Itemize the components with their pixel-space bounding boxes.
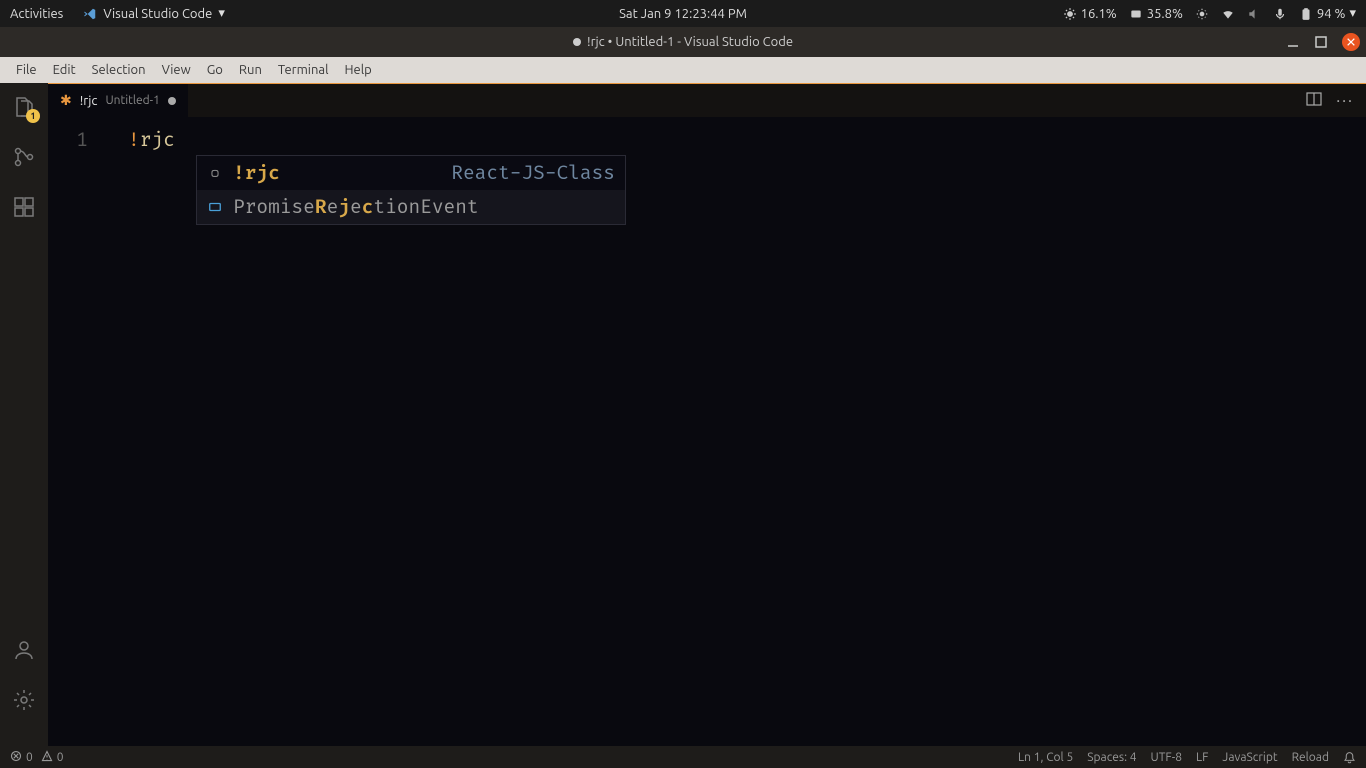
- menu-terminal[interactable]: Terminal: [270, 63, 337, 77]
- activity-bar: 1: [0, 83, 48, 746]
- active-app-label: Visual Studio Code: [103, 7, 212, 21]
- unsaved-dot-icon: [573, 38, 581, 46]
- minimize-button[interactable]: [1286, 35, 1300, 49]
- tab-label: !rjc: [80, 94, 98, 108]
- tab-untitled-1[interactable]: ✱ !rjc Untitled-1: [48, 84, 188, 117]
- suggestion-item-promiserejectionevent[interactable]: PromiseRejectionEvent: [197, 190, 625, 224]
- dropdown-icon: ▾: [218, 6, 225, 21]
- status-warnings[interactable]: 0: [41, 750, 64, 765]
- tab-dirty-icon: [168, 97, 176, 105]
- status-errors[interactable]: 0: [10, 750, 33, 765]
- battery-icon: [1299, 7, 1313, 21]
- menu-edit[interactable]: Edit: [45, 63, 84, 77]
- variable-icon: [207, 199, 223, 215]
- more-actions-icon[interactable]: ···: [1336, 92, 1354, 110]
- explorer-badge: 1: [26, 109, 40, 123]
- status-cursor[interactable]: Ln 1, Col 5: [1018, 751, 1073, 764]
- status-encoding[interactable]: UTF-8: [1151, 751, 1182, 764]
- activity-settings[interactable]: [10, 686, 38, 714]
- memory-icon: [1129, 7, 1143, 21]
- status-notifications[interactable]: [1343, 751, 1356, 764]
- menu-go[interactable]: Go: [199, 63, 231, 77]
- volume-icon[interactable]: [1247, 7, 1261, 21]
- status-indent[interactable]: Spaces: 4: [1087, 751, 1136, 764]
- activities-button[interactable]: Activities: [10, 7, 63, 21]
- split-editor-icon[interactable]: [1306, 91, 1322, 111]
- menu-run[interactable]: Run: [231, 63, 270, 77]
- status-reload[interactable]: Reload: [1292, 751, 1329, 764]
- clock[interactable]: Sat Jan 9 12:23:44 PM: [619, 7, 747, 21]
- menu-file[interactable]: File: [8, 63, 45, 77]
- menu-selection[interactable]: Selection: [84, 63, 154, 77]
- maximize-button[interactable]: [1314, 35, 1328, 49]
- status-bar: 0 0 Ln 1, Col 5 Spaces: 4 UTF-8 LF JavaS…: [0, 746, 1366, 768]
- active-app-menu[interactable]: Visual Studio Code ▾: [83, 6, 225, 21]
- activity-explorer[interactable]: 1: [10, 93, 38, 121]
- brightness-icon[interactable]: [1195, 7, 1209, 21]
- tab-description: Untitled-1: [105, 94, 159, 107]
- suggestion-item-rjc[interactable]: ▢ !rjc React-JS-Class: [197, 156, 625, 190]
- window-title-bar: !rjc • Untitled-1 - Visual Studio Code: [0, 27, 1366, 57]
- window-title: !rjc • Untitled-1 - Visual Studio Code: [587, 35, 793, 49]
- activity-extensions[interactable]: [10, 193, 38, 221]
- close-button[interactable]: [1342, 33, 1360, 51]
- menu-view[interactable]: View: [154, 63, 199, 77]
- activity-scm[interactable]: [10, 143, 38, 171]
- snippet-icon: ✱: [60, 92, 72, 109]
- cpu-indicator[interactable]: 16.1%: [1063, 7, 1117, 21]
- dropdown-icon: ▾: [1349, 6, 1356, 21]
- error-icon: [10, 750, 22, 765]
- status-language[interactable]: JavaScript: [1222, 751, 1277, 764]
- snippet-icon: ▢: [207, 165, 223, 181]
- battery-indicator[interactable]: 94 % ▾: [1299, 6, 1356, 21]
- intellisense-popup: ▢ !rjc React-JS-Class PromiseRejectionEv…: [196, 155, 626, 225]
- suggestion-label: !rjc: [233, 160, 441, 186]
- suggestion-detail: React-JS-Class: [451, 160, 615, 186]
- vscode-icon: [83, 7, 97, 21]
- editor-tabs: ✱ !rjc Untitled-1 ···: [48, 83, 1366, 117]
- warning-icon: [41, 750, 53, 765]
- cpu-icon: [1063, 7, 1077, 21]
- suggestion-label: PromiseRejectionEvent: [233, 194, 615, 220]
- memory-indicator[interactable]: 35.8%: [1129, 7, 1183, 21]
- gnome-top-bar: Activities Visual Studio Code ▾ Sat Jan …: [0, 0, 1366, 27]
- wifi-icon[interactable]: [1221, 7, 1235, 21]
- line-number: 1: [48, 127, 88, 153]
- code-line-1: !rjc: [128, 127, 1366, 153]
- microphone-icon[interactable]: [1273, 7, 1287, 21]
- gutter: 1: [48, 117, 108, 153]
- status-eol[interactable]: LF: [1196, 751, 1208, 764]
- menu-help[interactable]: Help: [336, 63, 379, 77]
- menu-bar: File Edit Selection View Go Run Terminal…: [0, 57, 1366, 83]
- activity-account[interactable]: [10, 636, 38, 664]
